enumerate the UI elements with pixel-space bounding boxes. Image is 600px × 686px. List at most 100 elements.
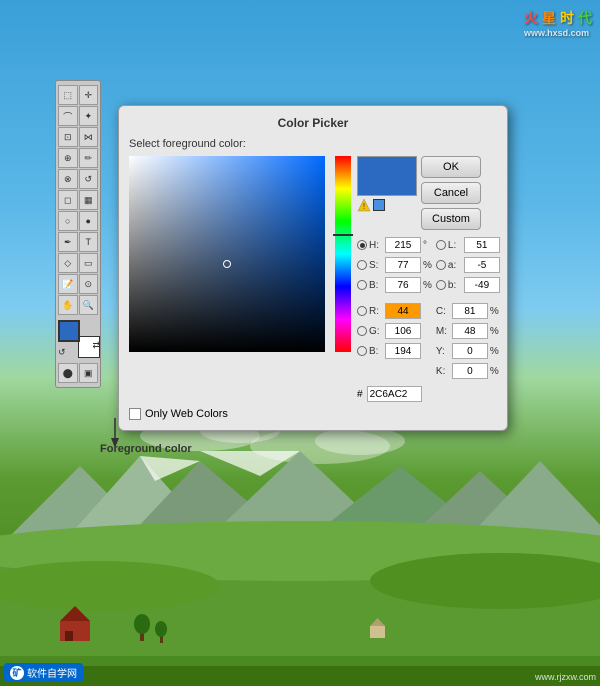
brightness-field-row: B: % xyxy=(357,276,432,294)
web-colors-label: Only Web Colors xyxy=(145,408,228,420)
hue-radio[interactable] xyxy=(357,240,367,250)
y-field-row: Y: % xyxy=(436,342,500,360)
web-colors-checkbox[interactable] xyxy=(129,408,141,420)
magic-wand-tool[interactable]: ✦ xyxy=(79,106,99,126)
l-input[interactable] xyxy=(464,237,500,253)
c-input[interactable] xyxy=(452,303,488,319)
ok-button[interactable]: OK xyxy=(421,156,481,178)
slice-tool[interactable]: ⋈ xyxy=(79,127,99,147)
swap-colors-icon[interactable]: ⇄ xyxy=(92,340,100,351)
red-label: R: xyxy=(369,306,383,317)
toolbar-row-3: ⊡ ⋈ xyxy=(58,127,98,147)
hex-row: # xyxy=(357,386,500,402)
hue-input[interactable] xyxy=(385,237,421,253)
dodge-tool[interactable]: ○ xyxy=(58,211,78,231)
hex-input[interactable] xyxy=(367,386,422,402)
lasso-tool[interactable]: ⌒ xyxy=(58,106,78,126)
gradient-tool[interactable]: ▦ xyxy=(79,190,99,210)
l-radio[interactable] xyxy=(436,240,446,250)
b2-input[interactable] xyxy=(464,277,500,293)
spacer-2 xyxy=(436,296,500,300)
left-field-group: H: ° S: % B: xyxy=(357,236,432,380)
notes-tool[interactable]: 📝 xyxy=(58,274,78,294)
cancel-button[interactable]: Cancel xyxy=(421,182,481,204)
k-label: K: xyxy=(436,366,450,377)
toolbar-row-2: ⌒ ✦ xyxy=(58,106,98,126)
move-tool[interactable]: ✛ xyxy=(79,85,99,105)
brightness-label: B: xyxy=(369,280,383,291)
y-unit: % xyxy=(490,346,499,357)
history-brush-tool[interactable]: ↺ xyxy=(79,169,99,189)
toolbar-row-7: ○ ● xyxy=(58,211,98,231)
burn-tool[interactable]: ● xyxy=(79,211,99,231)
default-colors-icon[interactable]: ↺ xyxy=(58,347,66,358)
saturation-input[interactable] xyxy=(385,257,421,273)
toolbar-row-10: 📝 ⊙ xyxy=(58,274,98,294)
color-preview xyxy=(357,156,417,196)
green-field-row: G: xyxy=(357,322,432,340)
screen-mode-tool[interactable]: ▣ xyxy=(79,363,99,383)
y-label: Y: xyxy=(436,346,450,357)
green-label: G: xyxy=(369,326,383,337)
saturation-unit: % xyxy=(423,260,432,271)
m-label: M: xyxy=(436,326,450,337)
toolbar-row-mask: ⬤ ▣ xyxy=(58,363,98,383)
y-input[interactable] xyxy=(452,343,488,359)
path-tool[interactable]: ◇ xyxy=(58,253,78,273)
a-radio[interactable] xyxy=(436,260,446,270)
green-input[interactable] xyxy=(385,323,421,339)
blue-input[interactable] xyxy=(385,343,421,359)
brightness-unit: % xyxy=(423,280,432,291)
web-safe-color-icon[interactable] xyxy=(373,199,385,211)
b2-label: b: xyxy=(448,280,462,291)
hand-tool[interactable]: ✋ xyxy=(58,295,78,315)
quick-mask-tool[interactable]: ⬤ xyxy=(58,363,78,383)
m-field-row: M: % xyxy=(436,322,500,340)
foreground-color-swatch[interactable] xyxy=(58,320,80,342)
brush-tool[interactable]: ✏ xyxy=(79,148,99,168)
shape-tool[interactable]: ▭ xyxy=(79,253,99,273)
custom-button[interactable]: Custom xyxy=(421,208,481,230)
green-radio[interactable] xyxy=(357,326,367,336)
brightness-input[interactable] xyxy=(385,277,421,293)
landscape xyxy=(0,406,600,686)
c-field-row: C: % xyxy=(436,302,500,320)
toolbar-row-1: ⬚ ✛ xyxy=(58,85,98,105)
m-input[interactable] xyxy=(452,323,488,339)
a-label: a: xyxy=(448,260,462,271)
saturation-field-row: S: % xyxy=(357,256,432,274)
a-input[interactable] xyxy=(464,257,500,273)
text-tool[interactable]: T xyxy=(79,232,99,252)
k-field-row: K: % xyxy=(436,362,500,380)
toolbar-row-11: ✋ 🔍 xyxy=(58,295,98,315)
dialog-buttons: OK Cancel Custom xyxy=(421,156,481,230)
toolbar-row-4: ⊕ ✏ xyxy=(58,148,98,168)
pen-tool[interactable]: ✒ xyxy=(58,232,78,252)
marquee-tool[interactable]: ⬚ xyxy=(58,85,78,105)
web-colors-row: Only Web Colors xyxy=(129,408,497,420)
zoom-tool[interactable]: 🔍 xyxy=(79,295,99,315)
c-label: C: xyxy=(436,306,450,317)
toolbar-row-5: ⊗ ↺ xyxy=(58,169,98,189)
gamut-warning-icon[interactable]: ! xyxy=(357,198,371,212)
hue-field-row: H: ° xyxy=(357,236,432,254)
brightness-radio[interactable] xyxy=(357,280,367,290)
crop-tool[interactable]: ⊡ xyxy=(58,127,78,147)
m-unit: % xyxy=(490,326,499,337)
stamp-tool[interactable]: ⊗ xyxy=(58,169,78,189)
red-radio[interactable] xyxy=(357,306,367,316)
blue-radio[interactable] xyxy=(357,346,367,356)
hue-slider-container xyxy=(335,156,351,402)
color-field[interactable] xyxy=(129,156,325,352)
hue-slider[interactable] xyxy=(335,156,351,352)
eraser-tool[interactable]: ◻ xyxy=(58,190,78,210)
blue-field-row: B: xyxy=(357,342,432,360)
heal-tool[interactable]: ⊕ xyxy=(58,148,78,168)
b2-radio[interactable] xyxy=(436,280,446,290)
red-input[interactable] xyxy=(385,303,421,319)
eyedropper-tool[interactable]: ⊙ xyxy=(79,274,99,294)
toolbar-row-9: ◇ ▭ xyxy=(58,253,98,273)
hex-symbol: # xyxy=(357,389,363,400)
k-input[interactable] xyxy=(452,363,488,379)
saturation-radio[interactable] xyxy=(357,260,367,270)
